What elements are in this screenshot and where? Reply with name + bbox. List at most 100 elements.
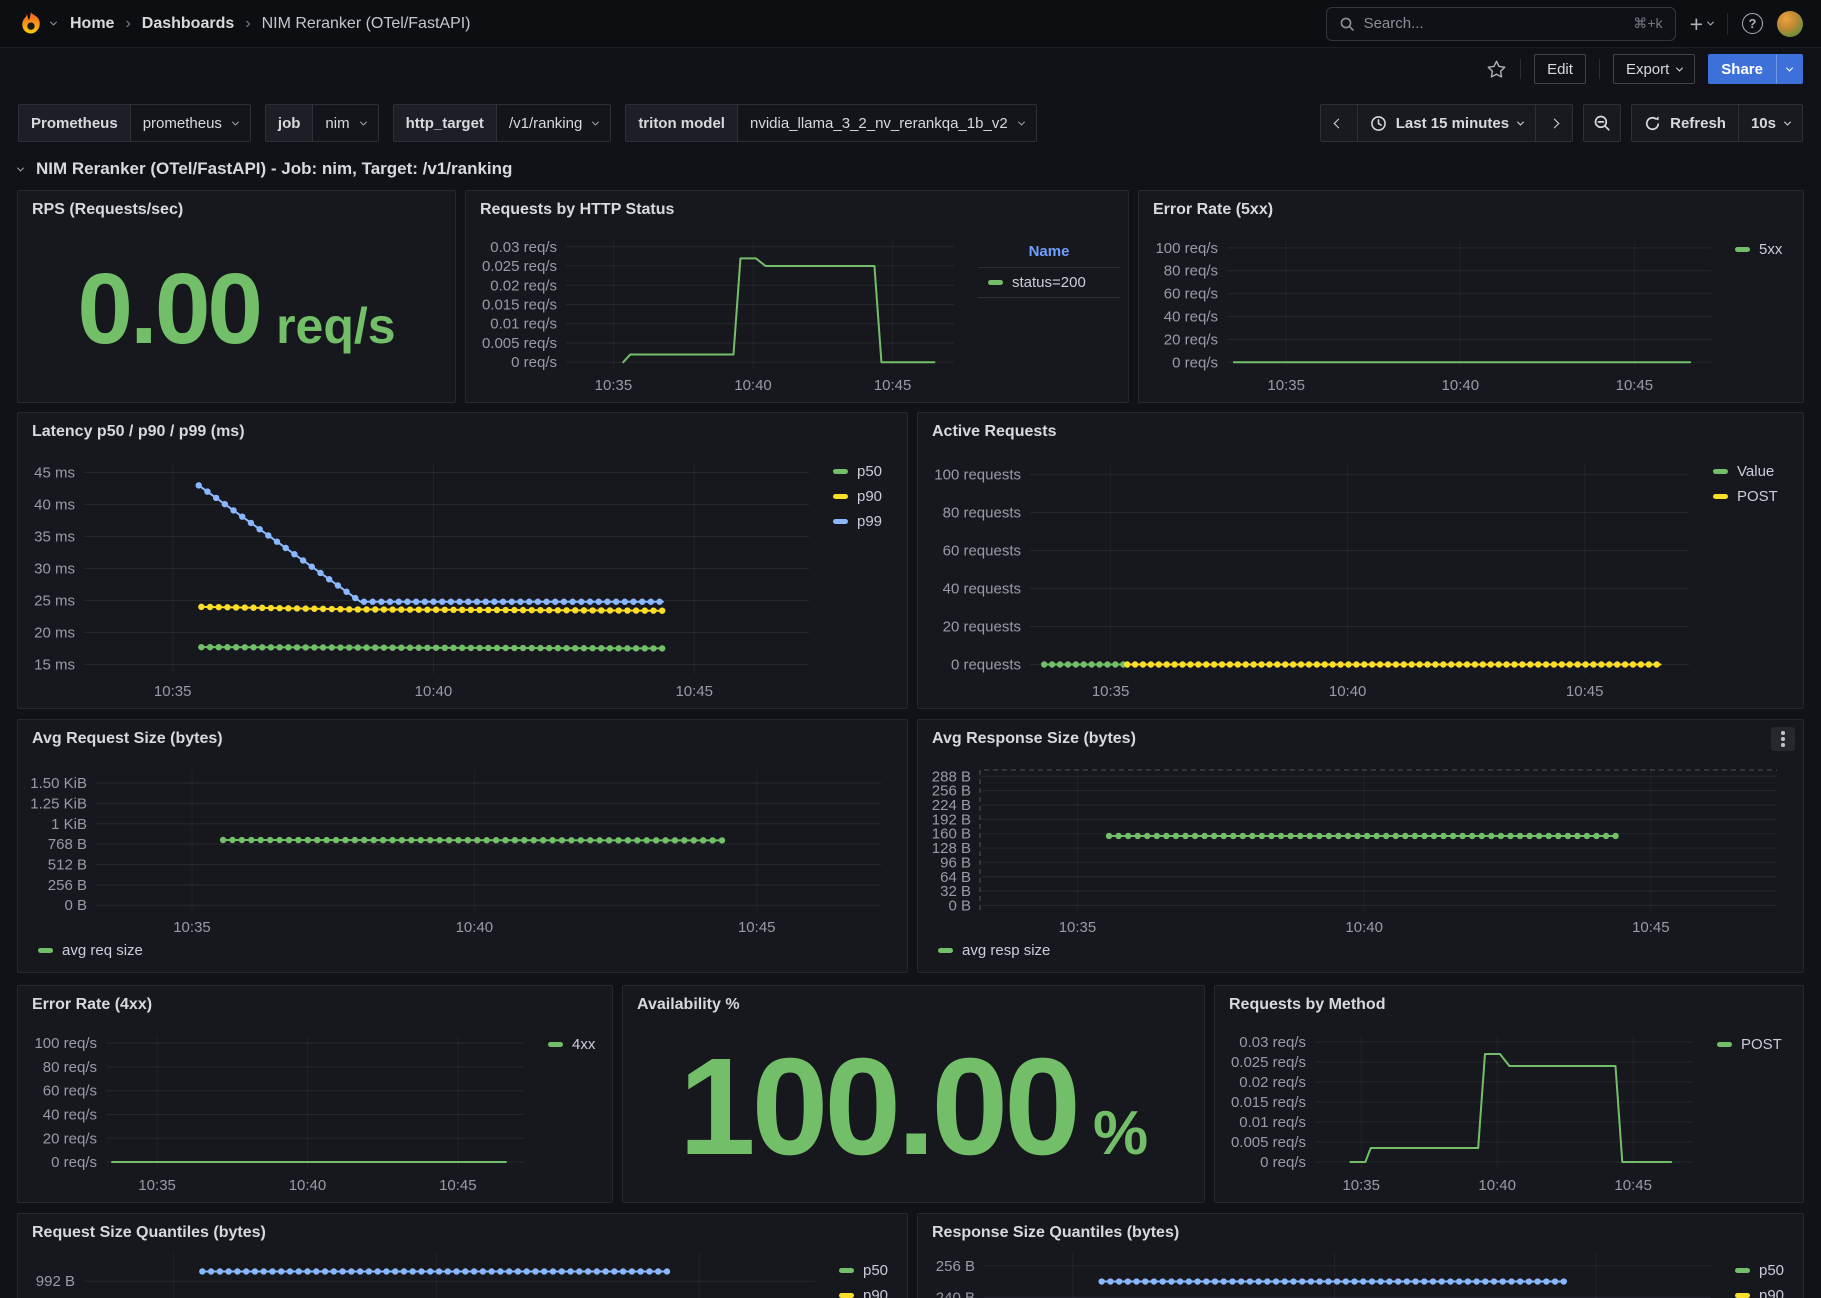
variable-value-dropdown[interactable]: nvidia_llama_3_2_nv_rerankqa_1b_v2 [738,105,1036,141]
latency-chart[interactable]: 45 ms40 ms35 ms30 ms25 ms20 ms15 ms10:35… [26,451,899,704]
availability-unit: % [1093,1098,1148,1169]
svg-text:240 B: 240 B [936,1289,975,1298]
share-menu-button[interactable] [1776,54,1803,84]
grafana-logo-button[interactable] [18,11,56,37]
chart-canvas[interactable]: 992 B [26,1252,899,1298]
avg-response-size-chart[interactable]: 288 B256 B224 B192 B160 B128 B96 B64 B32… [926,758,1795,968]
svg-text:0 req/s: 0 req/s [511,354,557,371]
legend-item[interactable]: status=200 [978,268,1120,298]
legend-item[interactable]: p90 [833,488,899,505]
svg-text:0 req/s: 0 req/s [1172,354,1218,371]
rps-stat: 0.00 req/s [18,191,455,402]
svg-text:15 ms: 15 ms [34,656,75,673]
legend-item[interactable]: 5xx [1735,241,1795,258]
svg-text:100 req/s: 100 req/s [34,1035,97,1052]
variable-prometheus[interactable]: Prometheus prometheus [18,104,251,142]
chart-canvas[interactable]: 0.03 req/s0.025 req/s0.02 req/s0.015 req… [1223,1024,1795,1198]
search-input[interactable]: Search... ⌘+k [1326,7,1676,41]
panel-menu-icon[interactable] [1771,727,1795,751]
error-rate-4xx-chart[interactable]: 100 req/s80 req/s60 req/s40 req/s20 req/… [26,1024,604,1198]
variable-http-target[interactable]: http_target /v1/ranking [393,104,612,142]
legend-item[interactable]: p90 [1735,1287,1795,1298]
svg-text:10:45: 10:45 [439,1177,477,1194]
clock-icon [1370,115,1387,132]
chart-canvas[interactable]: 100 req/s80 req/s60 req/s40 req/s20 req/… [26,1024,604,1198]
svg-text:10:45: 10:45 [1614,1177,1652,1194]
variable-job[interactable]: job nim [265,104,379,142]
svg-text:10:35: 10:35 [595,377,633,394]
svg-text:256 B: 256 B [48,877,87,894]
zoom-out-button[interactable] [1583,104,1621,142]
svg-text:10:35: 10:35 [138,1177,176,1194]
edit-button[interactable]: Edit [1534,54,1586,84]
dashboard-row-header[interactable]: NIM Reranker (OTel/FastAPI) - Job: nim, … [0,142,1821,179]
add-new-button[interactable]: + [1690,14,1713,34]
legend-swatch [1717,1042,1732,1047]
legend-item[interactable]: avg resp size [938,942,1050,959]
legend-swatch [833,519,848,524]
requests-by-http-status-chart[interactable]: 0.03 req/s0.025 req/s0.02 req/s0.015 req… [474,229,1120,398]
chart-canvas[interactable]: 256 B240 B [926,1252,1795,1298]
variable-value-dropdown[interactable]: prometheus [131,105,250,141]
chart-canvas[interactable]: 288 B256 B224 B192 B160 B128 B96 B64 B32… [926,758,1795,968]
svg-text:10:45: 10:45 [874,377,912,394]
panel-title: Request Size Quantiles (bytes) [18,1214,907,1242]
avatar[interactable] [1777,11,1803,37]
breadcrumb-home[interactable]: Home [70,15,114,33]
svg-text:0.015 req/s: 0.015 req/s [1231,1094,1306,1111]
request-size-quantiles-chart[interactable]: 992 B p50 p90 [26,1252,899,1298]
svg-text:80 requests: 80 requests [943,504,1021,521]
svg-text:0.02 req/s: 0.02 req/s [490,277,557,294]
time-shift-back-button[interactable] [1320,104,1358,142]
panel-title: Avg Response Size (bytes) [918,720,1803,748]
chart-legend: POST [1717,1036,1795,1053]
legend-item[interactable]: p50 [833,463,899,480]
share-button[interactable]: Share [1708,54,1776,84]
variable-label: triton model [626,105,738,141]
legend-item[interactable]: POST [1717,1036,1795,1053]
export-button[interactable]: Export [1613,54,1695,84]
variable-triton-model[interactable]: triton model nvidia_llama_3_2_nv_rerankq… [625,104,1036,142]
error-rate-5xx-chart[interactable]: 100 req/s80 req/s60 req/s40 req/s20 req/… [1147,229,1795,398]
chart-canvas[interactable]: 45 ms40 ms35 ms30 ms25 ms20 ms15 ms10:35… [26,451,899,704]
chart-canvas[interactable]: 1.50 KiB1.25 KiB1 KiB768 B512 B256 B0 B1… [26,758,899,968]
requests-by-method-chart[interactable]: 0.03 req/s0.025 req/s0.02 req/s0.015 req… [1223,1024,1795,1198]
svg-text:40 requests: 40 requests [943,580,1021,597]
legend-swatch [833,469,848,474]
legend-item[interactable]: POST [1713,488,1795,505]
legend-item[interactable]: p99 [833,513,899,530]
row-title: NIM Reranker (OTel/FastAPI) - Job: nim, … [36,159,512,179]
time-shift-forward-button[interactable] [1535,104,1573,142]
legend-label: p99 [857,513,882,530]
legend-item[interactable]: avg req size [38,942,143,959]
avg-request-size-chart[interactable]: 1.50 KiB1.25 KiB1 KiB768 B512 B256 B0 B1… [26,758,899,968]
svg-text:0.005 req/s: 0.005 req/s [1231,1134,1306,1151]
variable-value-dropdown[interactable]: /v1/ranking [497,105,610,141]
legend-item[interactable]: 4xx [548,1036,604,1053]
chart-legend: Value POST [1713,463,1795,505]
response-size-quantiles-chart[interactable]: 256 B240 Bp50 p90 [926,1252,1795,1298]
svg-text:992 B: 992 B [36,1273,75,1290]
svg-text:10:40: 10:40 [1345,919,1383,936]
breadcrumb-dashboards[interactable]: Dashboards [142,15,234,33]
search-icon [1339,16,1355,32]
help-button[interactable]: ? [1742,13,1763,34]
chart-canvas[interactable]: 100 req/s80 req/s60 req/s40 req/s20 req/… [1147,229,1795,398]
chart-legend: 4xx [548,1036,604,1053]
refresh-button[interactable]: Refresh [1631,104,1739,142]
legend-item[interactable]: Value [1713,463,1795,480]
panel-availability: Availability % 100.00 % [622,985,1205,1203]
legend-item[interactable]: p90 [839,1287,899,1298]
svg-text:1.25 KiB: 1.25 KiB [30,795,87,812]
svg-text:80 req/s: 80 req/s [1164,263,1218,280]
star-button[interactable] [1486,59,1507,80]
chart-canvas[interactable]: 100 requests80 requests60 requests40 req… [926,451,1795,704]
variable-value-dropdown[interactable]: nim [313,105,377,141]
svg-text:0.025 req/s: 0.025 req/s [1231,1054,1306,1071]
legend-item[interactable]: p50 [1735,1262,1795,1279]
legend-item[interactable]: p50 [839,1262,899,1279]
breadcrumb-current: NIM Reranker (OTel/FastAPI) [262,15,471,33]
time-range-button[interactable]: Last 15 minutes [1357,104,1536,142]
refresh-interval-button[interactable]: 10s [1738,104,1803,142]
active-requests-chart[interactable]: 100 requests80 requests60 requests40 req… [926,451,1795,704]
